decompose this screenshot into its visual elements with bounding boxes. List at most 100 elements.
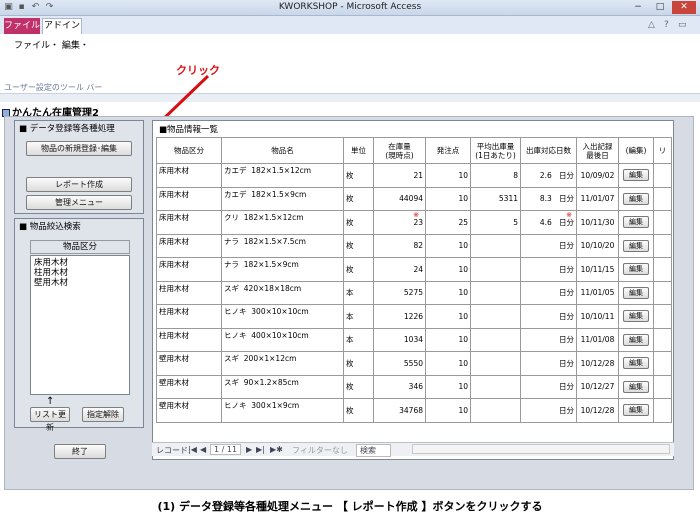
column-header: リ — [653, 137, 672, 164]
last-date-cell: 10/11/15 — [580, 264, 615, 274]
tab-addin[interactable]: アドイン — [42, 18, 82, 34]
unit-cell: 枚 — [346, 217, 354, 227]
days-unit: 日分 — [559, 382, 574, 392]
item-table-panel: ■物品情報一覧 物品区分 物品名 単位 在庫量 (現時点) 発注点 平均出庫量 (1日あた… — [152, 120, 674, 460]
list-item[interactable]: 床用木材 — [34, 258, 126, 268]
close-button[interactable]: ✕ — [672, 1, 696, 14]
edit-button[interactable]: 編集 — [623, 333, 649, 346]
edit-button[interactable]: 編集 — [623, 192, 649, 205]
report-button[interactable]: レポート作成 — [26, 177, 132, 192]
unit-cell: 本 — [346, 288, 354, 298]
item-type: ナラ — [224, 260, 239, 269]
new-item-button[interactable]: 物品の新規登録･編集 — [26, 141, 132, 156]
item-type: ヒノキ — [224, 330, 247, 340]
edit-button[interactable]: 編集 — [623, 263, 649, 276]
days-unit: 日分 — [559, 288, 574, 298]
category-listbox[interactable]: 床用木材 柱用木材 壁用木材 — [30, 255, 130, 395]
new-record-button[interactable]: ▶✱ — [270, 445, 283, 454]
table-row[interactable]: 壁用木材 スギ 90×1.2×85cm 枚 346 10 日分 10/12/27 編集 — [156, 374, 672, 399]
edit-button[interactable]: 編集 — [623, 239, 649, 252]
table-row[interactable]: 壁用木材 スギ 200×1×12cm 枚 5550 10 日分 10/12/28 編集 — [156, 351, 672, 376]
edit-button[interactable]: 編集 — [623, 380, 649, 393]
unit-cell: 枚 — [346, 194, 354, 204]
table-header-row: 物品区分 物品名 単位 在庫量 (現時点) 発注点 平均出庫量 (1日あたり) 出庫対応日数… — [156, 137, 672, 164]
table-row[interactable]: 床用木材 クリ 182×1.5×12cm 枚 23 ※ 25 5 4.6 日分 ※ 10/11/3… — [156, 210, 672, 235]
item-type: クリ — [224, 213, 239, 222]
table-row[interactable]: 床用木材 ナラ 182×1.5×7.5cm 枚 82 10 日分 10/10/20 編集 — [156, 233, 672, 258]
first-record-button[interactable]: |◀ — [188, 445, 197, 454]
tab-file[interactable]: ファイル — [4, 18, 40, 34]
stock-cell: 1226 — [403, 311, 423, 321]
window-restore-icon[interactable]: ▭ — [678, 20, 687, 30]
table-row[interactable]: 床用木材 カエデ 182×1.5×12cm 枚 21 10 8 2.6 日分 10/09/02… — [156, 163, 672, 188]
days-unit: 日分 — [559, 405, 574, 415]
record-position-field[interactable]: 1 / 11 — [210, 444, 242, 455]
maximize-button[interactable]: □ — [650, 1, 670, 14]
prev-record-button[interactable]: ◀ — [200, 445, 206, 454]
category-cell: 壁用木材 — [159, 377, 189, 387]
table-row[interactable]: 床用木材 カエデ 182×1.5×9cm 枚 44094 10 5311 8.3 日分 11/… — [156, 186, 672, 211]
column-header: 在庫量 (現時点) — [373, 137, 426, 164]
days-unit: 日分 — [559, 311, 574, 321]
column-header: 単位 — [343, 137, 374, 164]
unit-cell: 本 — [346, 311, 354, 321]
column-header: 物品名 — [221, 137, 344, 164]
exit-button[interactable]: 終了 — [54, 444, 106, 459]
stock-cell: 5275 — [403, 288, 423, 298]
order-point-cell: 10 — [458, 358, 468, 368]
edit-button[interactable]: 編集 — [623, 310, 649, 323]
ribbon-minimize-icon[interactable]: △ — [648, 20, 655, 30]
item-size: 400×10×10cm — [251, 330, 309, 340]
refresh-list-button[interactable]: リスト更新 — [30, 407, 70, 432]
stock-cell: 82 — [413, 241, 423, 251]
table-panel-title: ■物品情報一覧 — [159, 125, 219, 135]
record-label: レコード: — [156, 446, 191, 455]
avg-out-cell: 5311 — [498, 194, 518, 204]
item-size: 182×1.5×12cm — [251, 166, 312, 175]
last-date-cell: 10/10/11 — [580, 311, 615, 321]
edit-button[interactable]: 編集 — [623, 404, 649, 417]
category-cell: 柱用木材 — [159, 330, 189, 340]
search-input[interactable]: 検索 — [356, 444, 391, 457]
item-table: 物品区分 物品名 単位 在庫量 (現時点) 発注点 平均出庫量 (1日あたり) 出庫対応日数… — [156, 137, 672, 423]
order-point-cell: 10 — [458, 311, 468, 321]
unit-cell: 枚 — [346, 382, 354, 392]
column-header: 平均出庫量 (1日あたり) — [470, 137, 521, 164]
days-unit: 日分 — [559, 241, 574, 251]
table-row[interactable]: 柱用木材 スギ 420×18×18cm 本 5275 10 日分 11/01/05 編集 — [156, 280, 672, 305]
edit-button[interactable]: 編集 — [623, 357, 649, 370]
item-size: 182×1.5×9cm — [243, 260, 299, 269]
table-row[interactable]: 壁用木材 ヒノキ 300×1×9cm 枚 34768 10 日分 10/12/28 編集 — [156, 398, 672, 423]
next-record-button[interactable]: ▶ — [246, 445, 252, 454]
item-size: 182×1.5×7.5cm — [243, 236, 306, 246]
order-point-cell: 10 — [458, 264, 468, 274]
category-cell: 床用木材 — [159, 213, 189, 222]
help-icon[interactable]: ? — [664, 20, 669, 30]
item-size: 300×1×9cm — [251, 401, 300, 410]
order-point-cell: 25 — [458, 217, 468, 227]
last-date-cell: 10/12/27 — [580, 382, 615, 392]
days-unit: 日分 — [559, 170, 574, 180]
item-type: カエデ — [224, 166, 247, 175]
edit-button[interactable]: 編集 — [623, 169, 649, 182]
list-item[interactable]: 柱用木材 — [34, 268, 126, 278]
table-row[interactable]: 床用木材 ナラ 182×1.5×9cm 枚 24 10 日分 10/11/15 編集 — [156, 257, 672, 282]
admin-menu-button[interactable]: 管理メニュー — [26, 195, 132, 210]
horizontal-scrollbar[interactable] — [412, 444, 670, 454]
edit-button[interactable]: 編集 — [623, 216, 649, 229]
table-row[interactable]: 柱用木材 ヒノキ 300×10×10cm 本 1226 10 日分 10/10/11 編集 — [156, 304, 672, 329]
custom-menu[interactable]: ファイル・ 編集・ — [14, 38, 89, 51]
list-item[interactable]: 壁用木材 — [34, 278, 126, 288]
order-point-cell: 10 — [458, 241, 468, 251]
last-record-button[interactable]: ▶| — [256, 445, 265, 454]
item-size: 420×18×18cm — [243, 283, 302, 293]
clear-filter-button[interactable]: 指定解除 — [82, 407, 124, 422]
item-size: 200×1×12cm — [243, 354, 297, 363]
edit-button[interactable]: 編集 — [623, 286, 649, 299]
minimize-button[interactable]: − — [628, 1, 648, 14]
filter-status[interactable]: フィルターなし — [292, 445, 348, 456]
avg-out-cell: 5 — [513, 217, 518, 227]
unit-cell: 枚 — [346, 405, 354, 415]
window-title: KWORKSHOP - Microsoft Access — [278, 2, 422, 12]
table-row[interactable]: 柱用木材 ヒノキ 400×10×10cm 本 1034 10 日分 11/01/08 編集 — [156, 327, 672, 352]
